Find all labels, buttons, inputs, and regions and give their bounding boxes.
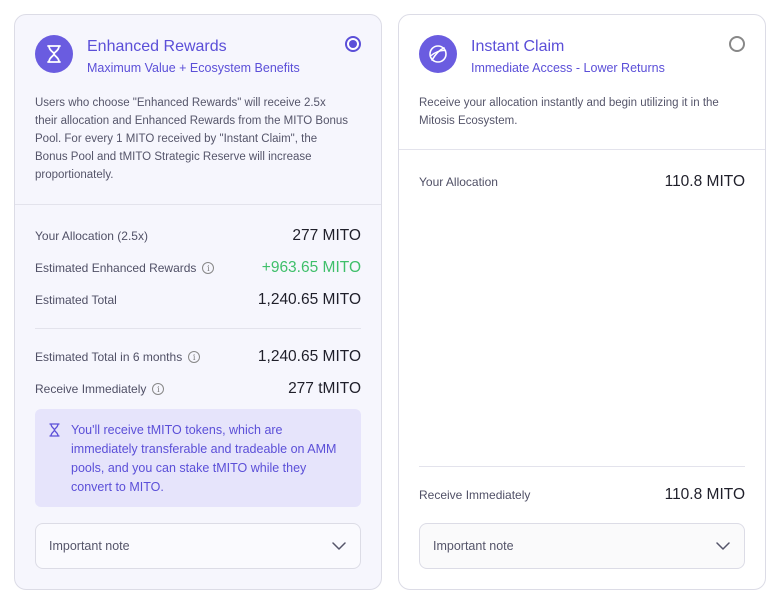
tmito-notice-text: You'll receive tMITO tokens, which are i… [71,423,337,494]
estimated-total-value: 1,240.65 MITO [257,291,361,308]
estimated-total-label: Estimated Total [35,293,117,307]
enhanced-rewards-label: Estimated Enhanced Rewards [35,261,197,275]
info-icon[interactable]: i [202,262,215,274]
important-note-label: Important note [49,539,130,553]
info-icon[interactable]: i [152,383,165,395]
allocation-value: 277 MITO [292,227,361,244]
chevron-down-icon [332,539,346,553]
tmito-notice: You'll receive tMITO tokens, which are i… [35,409,361,507]
instant-claim-radio[interactable] [729,36,745,52]
receive-immediately-value: 277 tMITO [288,380,361,397]
receive-immediately-label: Receive Immediately [419,488,531,502]
allocation-value: 110.8 MITO [664,173,745,190]
estimated-total-row: Estimated Total 1,240.65 MITO [35,289,361,311]
divider [35,328,361,329]
instant-claim-subtitle: Immediate Access - Lower Returns [471,61,665,75]
receive-immediately-label: Receive Immediately [35,382,147,396]
total-6-months-row: Estimated Total in 6 months i 1,240.65 M… [35,346,361,368]
divider [419,466,745,467]
hourglass-icon [35,35,73,73]
instant-claim-header: Instant Claim Immediate Access - Lower R… [399,15,765,150]
enhanced-rewards-row: Estimated Enhanced Rewards i +963.65 MIT… [35,257,361,279]
receive-immediately-value: 110.8 MITO [664,486,745,503]
total-6-months-label: Estimated Total in 6 months [35,350,183,364]
chevron-down-icon [716,539,730,553]
allocation-row: Your Allocation 110.8 MITO [419,171,745,193]
enhanced-rewards-card[interactable]: Enhanced Rewards Maximum Value + Ecosyst… [14,14,382,590]
enhanced-rewards-header: Enhanced Rewards Maximum Value + Ecosyst… [15,15,381,205]
important-note-label: Important note [433,539,514,553]
allocation-row: Your Allocation (2.5x) 277 MITO [35,225,361,247]
important-note-dropdown[interactable]: Important note [419,523,745,569]
enhanced-rewards-radio[interactable] [345,36,361,52]
receive-immediately-row: Receive Immediately 110.8 MITO [419,484,745,506]
enhanced-rewards-value: +963.65 MITO [261,259,361,276]
instant-claim-card[interactable]: Instant Claim Immediate Access - Lower R… [398,14,766,590]
enhanced-rewards-title: Enhanced Rewards [87,38,227,55]
enhanced-rewards-subtitle: Maximum Value + Ecosystem Benefits [87,61,300,75]
allocation-label: Your Allocation [419,175,498,189]
orbit-globe-icon [419,35,457,73]
receive-immediately-row: Receive Immediately i 277 tMITO [35,378,361,400]
total-6-months-value: 1,240.65 MITO [257,348,361,365]
instant-claim-description: Receive your allocation instantly and be… [419,97,719,127]
instant-claim-title: Instant Claim [471,38,565,55]
hourglass-icon [49,423,60,443]
important-note-dropdown[interactable]: Important note [35,523,361,569]
allocation-label: Your Allocation (2.5x) [35,229,148,243]
info-icon[interactable]: i [188,351,201,363]
enhanced-rewards-description: Users who choose "Enhanced Rewards" will… [35,97,349,181]
